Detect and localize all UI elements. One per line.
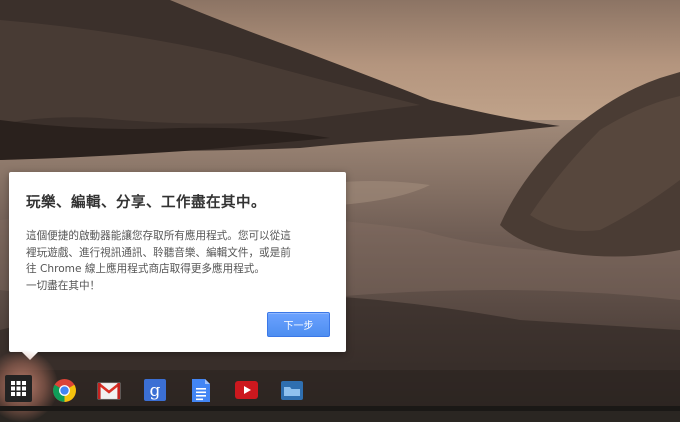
app-launcher-button[interactable]	[5, 375, 32, 402]
app-launcher-grid-icon	[11, 381, 26, 396]
youtube-icon	[234, 381, 258, 399]
dialog-title: 玩樂、編輯、分享、工作盡在其中。	[26, 195, 266, 211]
next-button[interactable]: 下一步	[267, 312, 330, 337]
dialog-body-line: 裡玩遊戲、進行視訊通訊、聆聽音樂、編輯文件，或是前	[26, 246, 291, 259]
youtube-app[interactable]	[232, 376, 260, 404]
gmail-icon	[97, 382, 121, 400]
files-folder-icon	[281, 381, 303, 400]
gmail-app[interactable]	[95, 377, 123, 405]
chrome-icon	[52, 378, 76, 402]
dialog-body-line: 往 Chrome 線上應用程式商店取得更多應用程式。	[26, 263, 265, 275]
dialog-body-line: 一切盡在其中！	[26, 279, 101, 292]
files-app[interactable]	[278, 376, 306, 404]
launcher-intro-dialog: 玩樂、編輯、分享、工作盡在其中。 這個便捷的啟動器能讓您存取所有應用程式。您可以…	[9, 172, 346, 360]
chrome-app[interactable]	[50, 376, 78, 404]
google-docs-icon	[192, 378, 210, 402]
shelf-bottom-edge	[0, 406, 680, 411]
google-search-icon: g	[144, 379, 166, 401]
dialog-body: 這個便捷的啟動器能讓您存取所有應用程式。您可以從這 裡玩遊戲、進行視訊通訊、聆聽…	[26, 228, 332, 294]
dialog-body-line: 這個便捷的啟動器能讓您存取所有應用程式。您可以從這	[26, 230, 291, 242]
google-docs-app[interactable]	[187, 376, 215, 404]
google-search-app[interactable]: g	[141, 376, 169, 404]
svg-text:g: g	[150, 381, 161, 401]
